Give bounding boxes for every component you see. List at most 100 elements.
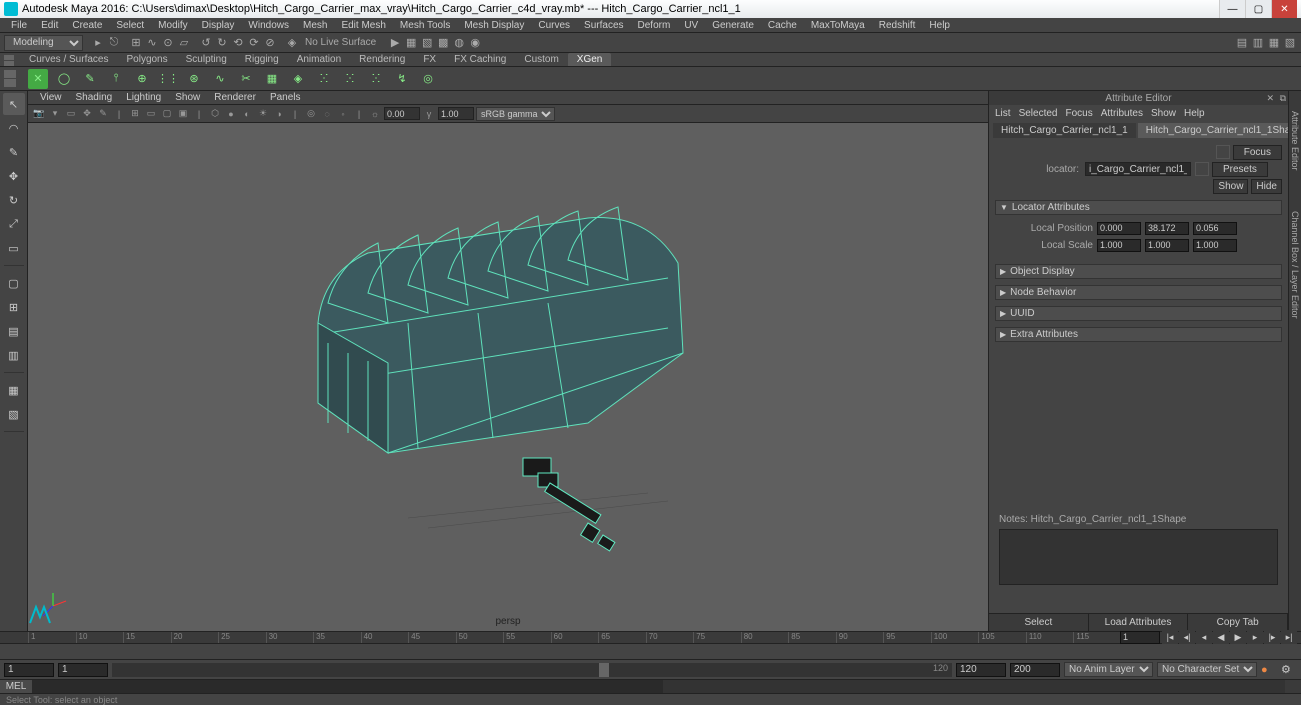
shelf-tab-curves-surfaces[interactable]: Curves / Surfaces [20, 53, 117, 66]
script-editor-icon[interactable] [1285, 680, 1301, 693]
history-icon[interactable]: ⟲ [231, 36, 245, 50]
hypershade-icon[interactable]: ◉ [468, 36, 482, 50]
layout-single-icon[interactable]: ▢ [3, 272, 25, 294]
panel-toggle-icon[interactable]: ▧ [1283, 36, 1297, 50]
vp-exposure-input[interactable] [384, 107, 420, 120]
render-icon[interactable]: ▶ [388, 36, 402, 50]
vp-resolution-gate-icon[interactable]: ▢ [160, 107, 174, 121]
step-forward-icon[interactable]: ▸ [1247, 630, 1263, 644]
menu-mesh[interactable]: Mesh [296, 20, 334, 31]
xgen-sphere-icon[interactable]: ◯ [54, 69, 74, 89]
snap-grid-icon[interactable]: ⊞ [129, 36, 143, 50]
focus-button[interactable]: Focus [1233, 145, 1282, 160]
xgen-density-icon[interactable]: ⋮⋮ [158, 69, 178, 89]
history-icon[interactable]: ⟳ [247, 36, 261, 50]
show-button[interactable]: Show [1213, 179, 1248, 194]
layout-custom-icon[interactable]: ▧ [3, 403, 25, 425]
live-surface-icon[interactable]: ◈ [285, 36, 299, 50]
presets-button[interactable]: Presets [1212, 162, 1268, 177]
playback-start-input[interactable] [58, 663, 108, 677]
anim-layer-select[interactable]: No Anim Layer [1064, 662, 1153, 677]
local-position-x-input[interactable] [1097, 222, 1141, 235]
xgen-noise-icon[interactable]: ∿ [210, 69, 230, 89]
last-tool[interactable]: ▭ [3, 237, 25, 259]
notes-textarea[interactable] [999, 529, 1278, 585]
menu-curves[interactable]: Curves [531, 20, 577, 31]
shelf-tab-polygons[interactable]: Polygons [117, 53, 176, 66]
snap-plane-icon[interactable]: ▱ [177, 36, 191, 50]
menu-select[interactable]: Select [109, 20, 151, 31]
ae-menu-list[interactable]: List [995, 108, 1011, 119]
window-maximize-button[interactable]: ▢ [1245, 0, 1271, 18]
locator-name-input[interactable] [1085, 162, 1191, 176]
vp-image-plane-icon[interactable]: ▭ [64, 107, 78, 121]
command-input[interactable] [32, 680, 663, 693]
xgen-wind-icon[interactable]: ↯ [392, 69, 412, 89]
render-frame-icon[interactable]: ▦ [404, 36, 418, 50]
ae-tab[interactable]: Hitch_Cargo_Carrier_ncl1_1Shape [1138, 123, 1301, 138]
shelf-tab-rigging[interactable]: Rigging [236, 53, 288, 66]
vp-gate-mask-icon[interactable]: ▣ [176, 107, 190, 121]
focus-icon[interactable] [1216, 145, 1230, 159]
menu-modify[interactable]: Modify [151, 20, 194, 31]
menu-uv[interactable]: UV [677, 20, 705, 31]
xgen-guide-icon[interactable]: ⫯ [106, 69, 126, 89]
viewport-menu-lighting[interactable]: Lighting [122, 92, 165, 103]
select-button[interactable]: Select [989, 614, 1089, 631]
local-scale-x-input[interactable] [1097, 239, 1141, 252]
vp-grease-icon[interactable]: ✎ [96, 107, 110, 121]
select-tool[interactable]: ↖ [3, 93, 25, 115]
shelf-tab-rendering[interactable]: Rendering [350, 53, 414, 66]
copy-tab-button[interactable]: Copy Tab [1188, 614, 1288, 631]
ae-menu-attributes[interactable]: Attributes [1101, 108, 1143, 119]
snap-curve-icon[interactable]: ∿ [145, 36, 159, 50]
xgen-convert-icon[interactable]: ◎ [418, 69, 438, 89]
shelf-tab-animation[interactable]: Animation [288, 53, 350, 66]
presets-icon[interactable] [1195, 162, 1209, 176]
viewport-menu-view[interactable]: View [36, 92, 66, 103]
autokey-icon[interactable]: ● [1261, 664, 1277, 676]
viewport-menu-shading[interactable]: Shading [72, 92, 117, 103]
vp-isolate-icon[interactable]: ◎ [304, 107, 318, 121]
hide-button[interactable]: Hide [1251, 179, 1282, 194]
render-settings-icon[interactable]: ▩ [436, 36, 450, 50]
section-uuid[interactable]: ▶UUID [995, 306, 1282, 321]
shelf-tab-xgen[interactable]: XGen [568, 53, 612, 66]
xgen-brush-icon[interactable]: ✎ [80, 69, 100, 89]
vp-colorspace-select[interactable]: sRGB gamma [476, 107, 555, 121]
xgen-add-icon[interactable]: ⊕ [132, 69, 152, 89]
viewport-menu-renderer[interactable]: Renderer [210, 92, 260, 103]
menu-edit[interactable]: Edit [34, 20, 65, 31]
menu-generate[interactable]: Generate [705, 20, 761, 31]
shelf-tab-fx[interactable]: FX [414, 53, 445, 66]
step-forward-key-icon[interactable]: |▸ [1264, 630, 1280, 644]
side-tab-channel-box[interactable]: Channel Box / Layer Editor [1290, 211, 1300, 319]
xgen-cut-icon[interactable]: ✂ [236, 69, 256, 89]
section-object-display[interactable]: ▶Object Display [995, 264, 1282, 279]
panel-toggle-icon[interactable]: ▤ [1235, 36, 1249, 50]
current-frame-input[interactable] [1120, 631, 1160, 644]
menu-display[interactable]: Display [195, 20, 242, 31]
vp-grid-icon[interactable]: ⊞ [128, 107, 142, 121]
menu-mesh-tools[interactable]: Mesh Tools [393, 20, 457, 31]
status-icon[interactable]: ▸ [91, 36, 105, 50]
layout-outliner-icon[interactable]: ▥ [3, 344, 25, 366]
step-back-icon[interactable]: ◂ [1196, 630, 1212, 644]
window-close-button[interactable]: ✕ [1271, 0, 1297, 18]
range-slider[interactable]: 120 [112, 663, 952, 677]
render-ipr-icon[interactable]: ▧ [420, 36, 434, 50]
menu-deform[interactable]: Deform [631, 20, 678, 31]
vp-gamma-icon[interactable]: γ [422, 107, 436, 121]
ae-menu-show[interactable]: Show [1151, 108, 1176, 119]
rotate-tool[interactable]: ↻ [3, 189, 25, 211]
time-slider[interactable]: 1101520253035404550556065707580859095100… [0, 631, 1301, 643]
goto-start-icon[interactable]: |◂ [1162, 630, 1178, 644]
vp-2d-pan-icon[interactable]: ✥ [80, 107, 94, 121]
panel-undock-icon[interactable]: ⧉ [1280, 93, 1286, 104]
section-extra-attributes[interactable]: ▶Extra Attributes [995, 327, 1282, 342]
menu-maxtomaya[interactable]: MaxToMaya [804, 20, 872, 31]
shelf-tab-fx-caching[interactable]: FX Caching [445, 53, 515, 66]
vp-lights-icon[interactable]: ☀ [256, 107, 270, 121]
status-icon[interactable]: ⎋ [107, 36, 121, 50]
menu-windows[interactable]: Windows [241, 20, 296, 31]
